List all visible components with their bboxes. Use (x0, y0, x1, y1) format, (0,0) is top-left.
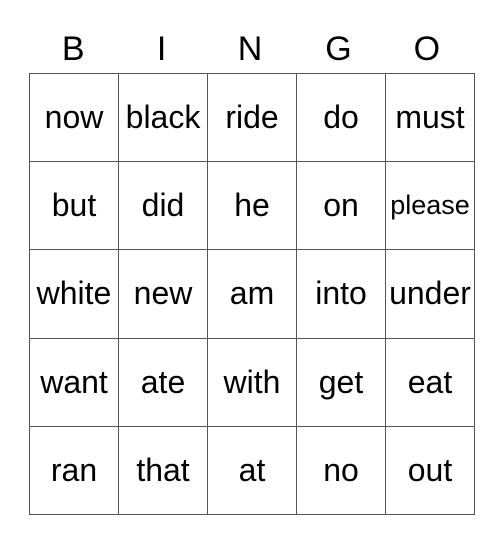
bingo-row: ran that at no out (29, 425, 475, 516)
cell-word: that (136, 451, 190, 488)
header-letter-b: B (61, 30, 85, 68)
cell-word: ate (140, 363, 186, 400)
cell-word: do (323, 99, 359, 136)
cell-word: into (315, 275, 367, 312)
bingo-cell[interactable]: ate (118, 337, 208, 427)
bingo-cell[interactable]: black (118, 72, 208, 163)
cell-word: out (407, 451, 453, 488)
bingo-cell[interactable]: with (207, 337, 297, 427)
cell-word: at (238, 451, 266, 488)
cell-word: eat (407, 363, 453, 400)
bingo-cell[interactable]: now (29, 72, 119, 163)
bingo-cell[interactable]: but (29, 161, 119, 251)
bingo-cell[interactable]: out (385, 425, 475, 516)
header-letter-g: G (325, 30, 352, 68)
bingo-cell[interactable]: do (296, 72, 386, 163)
bingo-row: now black ride do must (29, 72, 475, 163)
bingo-cell[interactable]: please (385, 161, 475, 251)
cell-word: ride (225, 99, 279, 136)
bingo-cell[interactable]: that (118, 425, 208, 516)
cell-word: want (40, 363, 108, 400)
cell-word: he (234, 187, 270, 224)
bingo-cell[interactable]: white (29, 249, 119, 339)
bingo-cell[interactable]: under (385, 249, 475, 339)
header-letter-o: O (413, 30, 441, 68)
cell-word: get (318, 363, 364, 400)
cell-word: with (223, 363, 281, 400)
cell-word: did (141, 187, 185, 224)
bingo-row: want ate with get eat (29, 337, 475, 427)
bingo-cell[interactable]: eat (385, 337, 475, 427)
header-letter-n: N (237, 30, 263, 68)
bingo-cell[interactable]: am (207, 249, 297, 339)
bingo-cell[interactable]: he (207, 161, 297, 251)
bingo-cell[interactable]: no (296, 425, 386, 516)
cell-word: no (323, 451, 359, 488)
bingo-header: B I N G O (29, 26, 471, 72)
bingo-cell[interactable]: into (296, 249, 386, 339)
bingo-cell[interactable]: ride (207, 72, 297, 163)
cell-word: black (125, 99, 201, 136)
bingo-grid: now black ride do must but did he on please white n… (29, 72, 475, 516)
bingo-cell[interactable]: must (385, 72, 475, 163)
bingo-cell[interactable]: at (207, 425, 297, 516)
bingo-cell[interactable]: get (296, 337, 386, 427)
cell-word: ran (50, 451, 98, 488)
bingo-cell[interactable]: did (118, 161, 208, 251)
bingo-cell[interactable]: new (118, 249, 208, 339)
cell-word: must (395, 99, 465, 136)
cell-word: but (51, 187, 97, 224)
header-letter-i: I (156, 30, 167, 68)
cell-word: new (133, 275, 193, 312)
bingo-cell[interactable]: on (296, 161, 386, 251)
bingo-row: white new am into under (29, 249, 475, 339)
cell-word: white (36, 275, 112, 312)
cell-word: am (229, 275, 275, 312)
cell-word: please (390, 190, 470, 221)
cell-word: under (389, 275, 471, 312)
bingo-cell[interactable]: want (29, 337, 119, 427)
bingo-row: but did he on please (29, 161, 475, 251)
cell-word: now (44, 99, 104, 136)
bingo-cell[interactable]: ran (29, 425, 119, 516)
cell-word: on (323, 187, 359, 224)
